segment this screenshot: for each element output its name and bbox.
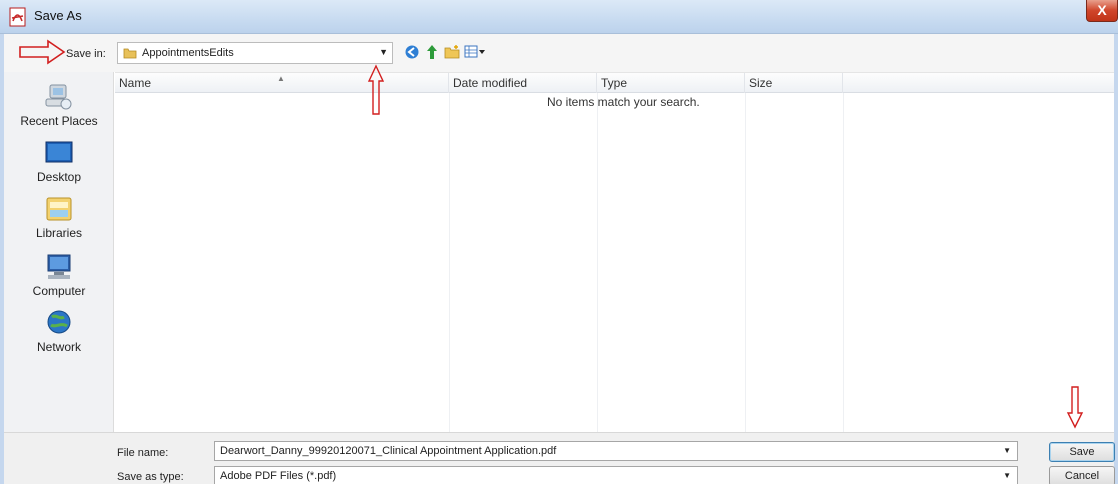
place-label: Desktop [36,170,82,184]
place-desktop[interactable]: Desktop [4,134,114,192]
column-header-size[interactable]: Size [745,73,843,93]
place-libraries[interactable]: Libraries [4,190,114,248]
column-divider [843,93,844,433]
column-divider [597,93,598,433]
column-divider [745,93,746,433]
column-header-date-modified[interactable]: Date modified [449,73,597,93]
column-header-row: Name ▲ Date modified Type Size [115,73,1114,93]
column-divider [449,93,450,433]
column-header-type[interactable]: Type [597,73,745,93]
place-label: Network [36,340,81,354]
save-in-label: Save in: [66,48,106,60]
desktop-icon [45,141,73,163]
place-label: Computer [32,284,86,298]
view-menu-icon[interactable] [464,44,486,60]
new-folder-icon[interactable] [444,44,460,60]
save-in-dropdown[interactable]: AppointmentsEdits ▼ [117,42,393,64]
toolbar: Save in: AppointmentsEdits ▼ [4,34,1114,72]
annotation-arrow-down-icon [1066,386,1084,429]
window-frame-right [1114,34,1118,484]
place-recent-places[interactable]: Recent Places [4,78,114,136]
annotation-arrow-up-icon [367,64,385,115]
chevron-down-icon[interactable]: ▼ [1003,471,1011,480]
place-label: Libraries [35,226,83,240]
back-icon[interactable] [404,44,420,60]
save-in-value: AppointmentsEdits [142,47,234,59]
annotation-arrow-right-icon [19,39,66,65]
empty-message: No items match your search. [547,95,700,109]
save-as-type-label: Save as type: [117,471,184,483]
sort-indicator-icon: ▲ [277,74,285,83]
file-list[interactable]: Name ▲ Date modified Type Size No items … [115,64,1114,433]
window-title: Save As [34,8,82,23]
up-folder-icon[interactable] [424,44,440,60]
file-name-value: Dearwort_Danny_99920120071_Clinical Appo… [220,445,557,457]
network-icon [47,310,71,334]
title-bar: Save As X [0,0,1118,34]
cancel-button[interactable]: Cancel [1049,466,1115,484]
toolbar-icons [404,42,486,62]
recent-places-icon [45,84,72,110]
place-computer[interactable]: Computer [4,248,114,306]
libraries-icon [46,197,72,221]
computer-icon [47,254,71,279]
save-as-type-value: Adobe PDF Files (*.pdf) [220,470,337,482]
places-bar: Recent Places Desktop Libraries Computer… [4,72,114,432]
save-button[interactable]: Save [1049,442,1115,462]
file-name-label: File name: [117,447,169,459]
save-as-type-dropdown[interactable]: Adobe PDF Files (*.pdf) ▼ [214,466,1018,484]
folder-icon [123,48,137,59]
file-name-input[interactable]: Dearwort_Danny_99920120071_Clinical Appo… [214,441,1018,461]
pdf-icon [9,7,26,27]
place-label: Recent Places [20,114,98,128]
chevron-down-icon[interactable]: ▼ [379,47,388,57]
chevron-down-icon[interactable]: ▼ [1003,446,1011,455]
bottom-panel: File name: Dearwort_Danny_99920120071_Cl… [4,432,1115,484]
close-button[interactable]: X [1086,0,1118,22]
place-network[interactable]: Network [4,304,114,362]
